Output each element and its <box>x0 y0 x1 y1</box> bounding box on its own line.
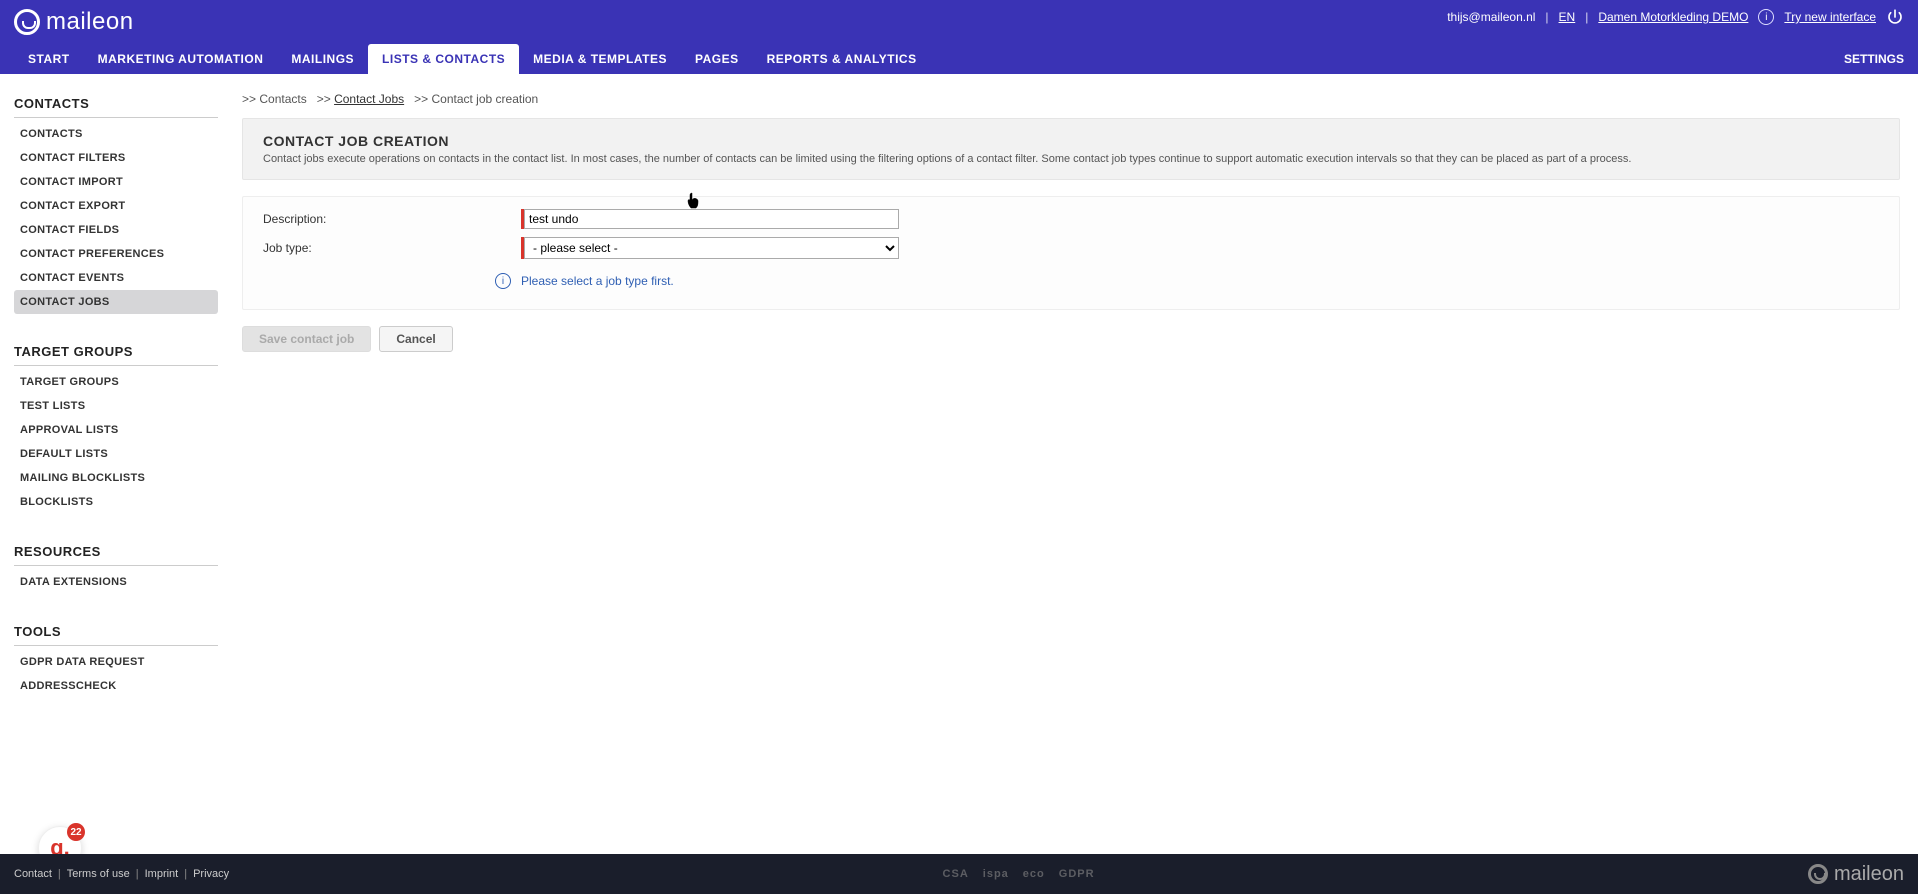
brand-name: maileon <box>46 8 134 36</box>
crumb-contact-jobs[interactable]: Contact Jobs <box>334 92 404 106</box>
cert-gdpr: GDPR <box>1059 868 1095 880</box>
cert-eco: eco <box>1023 868 1045 880</box>
hint-text: Please select a job type first. <box>521 274 674 288</box>
jobtype-label: Job type: <box>263 241 521 255</box>
nav-settings[interactable]: SETTINGS <box>1844 44 1904 74</box>
main-nav: STARTMARKETING AUTOMATIONMAILINGSLISTS &… <box>0 44 1918 74</box>
description-input[interactable] <box>524 209 899 229</box>
sidebar-item-contact-import[interactable]: CONTACT IMPORT <box>14 170 218 194</box>
sidebar-item-contact-preferences[interactable]: CONTACT PREFERENCES <box>14 242 218 266</box>
nav-item-reports-analytics[interactable]: REPORTS & ANALYTICS <box>753 44 931 74</box>
info-icon: i <box>495 273 511 289</box>
footer-link-contact[interactable]: Contact <box>14 868 52 880</box>
main-content: >> Contacts >> Contact Jobs >> Contact j… <box>232 74 1918 738</box>
logout-icon[interactable] <box>1886 8 1904 26</box>
lang-link[interactable]: EN <box>1559 10 1576 24</box>
sidebar-item-gdpr-data-request[interactable]: GDPR DATA REQUEST <box>14 650 218 674</box>
info-icon[interactable]: i <box>1758 9 1774 25</box>
footer-link-imprint[interactable]: Imprint <box>145 868 179 880</box>
footer-brand-name: maileon <box>1834 863 1904 886</box>
footer-links: Contact|Terms of use|Imprint|Privacy <box>14 868 229 880</box>
sidebar-item-addresscheck[interactable]: ADDRESSCHECK <box>14 674 218 698</box>
sidebar-group-targetgroups: TARGET GROUPS <box>14 338 218 366</box>
sidebar-group-tools: TOOLS <box>14 618 218 646</box>
nav-item-marketing-automation[interactable]: MARKETING AUTOMATION <box>84 44 278 74</box>
page-header-panel: CONTACT JOB CREATION Contact jobs execut… <box>242 118 1900 180</box>
logo-icon <box>14 9 40 35</box>
sidebar-item-test-lists[interactable]: TEST LISTS <box>14 394 218 418</box>
top-right-area: thijs@maileon.nl | EN | Damen Motorkledi… <box>1447 8 1904 26</box>
sidebar-item-target-groups[interactable]: TARGET GROUPS <box>14 370 218 394</box>
top-bar: maileon thijs@maileon.nl | EN | Damen Mo… <box>0 0 1918 74</box>
action-buttons: Save contact job Cancel <box>242 326 1900 352</box>
sidebar-item-mailing-blocklists[interactable]: MAILING BLOCKLISTS <box>14 466 218 490</box>
jobtype-select[interactable]: - please select - <box>524 237 899 259</box>
sidebar-item-default-lists[interactable]: DEFAULT LISTS <box>14 442 218 466</box>
nav-item-media-templates[interactable]: MEDIA & TEMPLATES <box>519 44 681 74</box>
sidebar-item-data-extensions[interactable]: DATA EXTENSIONS <box>14 570 218 594</box>
sidebar-item-contact-events[interactable]: CONTACT EVENTS <box>14 266 218 290</box>
sidebar-item-contact-export[interactable]: CONTACT EXPORT <box>14 194 218 218</box>
account-link[interactable]: Damen Motorkleding DEMO <box>1598 10 1748 24</box>
separator: | <box>1585 10 1588 24</box>
try-new-interface-link[interactable]: Try new interface <box>1784 10 1876 24</box>
sidebar-item-contact-filters[interactable]: CONTACT FILTERS <box>14 146 218 170</box>
footer-brand: maileon <box>1808 863 1904 886</box>
sidebar-item-contact-jobs[interactable]: CONTACT JOBS <box>14 290 218 314</box>
hint-row: i Please select a job type first. <box>495 273 1879 289</box>
crumb-contacts[interactable]: Contacts <box>259 92 306 106</box>
footer: Contact|Terms of use|Imprint|Privacy CSA… <box>0 854 1918 894</box>
page-title: CONTACT JOB CREATION <box>263 133 1879 149</box>
nav-item-start[interactable]: START <box>14 44 84 74</box>
logo-icon <box>1808 864 1828 884</box>
footer-link-terms-of-use[interactable]: Terms of use <box>67 868 130 880</box>
sidebar-group-resources: RESOURCES <box>14 538 218 566</box>
badge-count: 22 <box>67 823 85 841</box>
cert-ispa: ispa <box>983 868 1009 880</box>
save-button: Save contact job <box>242 326 371 352</box>
cancel-button[interactable]: Cancel <box>379 326 452 352</box>
form-section: Description: Job type: - please select -… <box>242 196 1900 310</box>
brand-logo[interactable]: maileon <box>14 8 134 36</box>
sidebar-item-contact-fields[interactable]: CONTACT FIELDS <box>14 218 218 242</box>
page-description: Contact jobs execute operations on conta… <box>263 153 1879 165</box>
cert-csa: CSA <box>943 868 969 880</box>
nav-item-pages[interactable]: PAGES <box>681 44 753 74</box>
nav-item-mailings[interactable]: MAILINGS <box>277 44 368 74</box>
separator: | <box>1545 10 1548 24</box>
breadcrumb: >> Contacts >> Contact Jobs >> Contact j… <box>242 92 1900 106</box>
user-email: thijs@maileon.nl <box>1447 10 1535 24</box>
crumb-current: Contact job creation <box>431 92 538 106</box>
sidebar: CONTACTS CONTACTSCONTACT FILTERSCONTACT … <box>0 74 232 738</box>
footer-link-privacy[interactable]: Privacy <box>193 868 229 880</box>
nav-item-lists-contacts[interactable]: LISTS & CONTACTS <box>368 44 519 74</box>
sidebar-item-contacts[interactable]: CONTACTS <box>14 122 218 146</box>
sidebar-item-approval-lists[interactable]: APPROVAL LISTS <box>14 418 218 442</box>
description-label: Description: <box>263 212 521 226</box>
sidebar-group-contacts: CONTACTS <box>14 90 218 118</box>
footer-certs: CSA ispa eco GDPR <box>943 868 1095 880</box>
sidebar-item-blocklists[interactable]: BLOCKLISTS <box>14 490 218 514</box>
